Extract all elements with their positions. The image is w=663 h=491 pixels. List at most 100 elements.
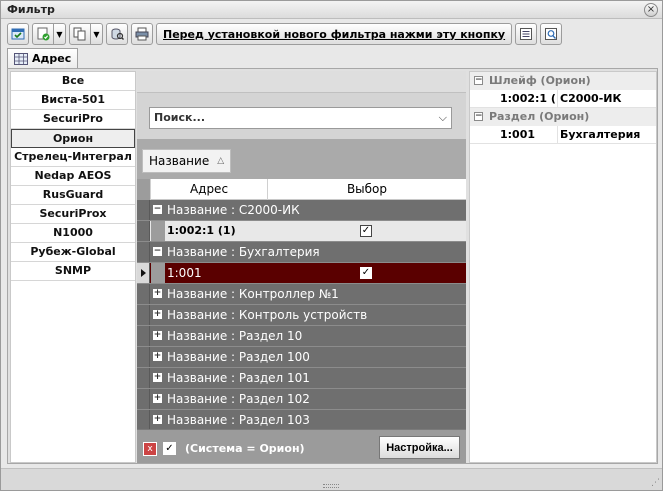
filter-window: Фильтр × ▼ ▼ Перед установкой нового фил… bbox=[0, 0, 663, 491]
summary-group: − Шлейф (Орион) bbox=[470, 72, 656, 90]
group-label: Название : Контроллер №1 bbox=[167, 287, 339, 301]
summary-value: Бухгалтерия bbox=[560, 128, 641, 141]
group-by-name-chip[interactable]: Название △ bbox=[142, 149, 232, 173]
column-header-address[interactable]: Адрес bbox=[150, 179, 268, 200]
group-row[interactable]: − Название : С2000-ИК bbox=[137, 200, 466, 221]
system-item[interactable]: Все bbox=[11, 72, 135, 91]
table-row[interactable]: 1:002:1 (1) ✓ bbox=[137, 221, 466, 242]
row-indicator bbox=[137, 284, 150, 304]
system-item[interactable]: SecuriPro bbox=[11, 110, 135, 129]
address-cell: 1:001 bbox=[167, 266, 202, 280]
systems-list: Все Виста-501 SecuriPro Орион Стрелец-Интегр… bbox=[10, 71, 136, 463]
system-item[interactable]: SNMP bbox=[11, 262, 135, 281]
system-item[interactable]: Орион bbox=[11, 129, 135, 148]
copy-dropdown[interactable]: ▼ bbox=[91, 23, 103, 45]
summary-value: С2000-ИК bbox=[560, 92, 622, 105]
filter-footer: x ✓ (Система = Орион) Настройка... bbox=[137, 429, 466, 463]
group-by-label: Название bbox=[149, 154, 210, 168]
group-row[interactable]: + Название : Раздел 10 bbox=[137, 326, 466, 347]
print-button[interactable] bbox=[131, 23, 153, 45]
resize-grip-icon[interactable]: ⋰ bbox=[651, 478, 660, 488]
copy-icon bbox=[73, 27, 86, 41]
summary-key: 1:002:1 (1 bbox=[500, 92, 558, 105]
search-database-button[interactable] bbox=[106, 23, 128, 45]
system-item[interactable]: Рубеж-Global bbox=[11, 243, 135, 262]
row-indicator bbox=[137, 221, 150, 241]
chevron-down-icon[interactable]: ⌵ bbox=[439, 111, 447, 125]
search-database-icon bbox=[111, 28, 124, 40]
group-row[interactable]: + Название : Контроль устройств bbox=[137, 305, 466, 326]
summary-row: 1:001 Бухгалтерия bbox=[470, 126, 656, 144]
expand-icon[interactable]: + bbox=[153, 373, 162, 382]
group-row[interactable]: + Название : Раздел 102 bbox=[137, 389, 466, 410]
column-header-select[interactable]: Выбор bbox=[268, 179, 466, 200]
summary-row: 1:002:1 (1 С2000-ИК bbox=[470, 90, 656, 108]
system-item[interactable]: N1000 bbox=[11, 224, 135, 243]
add-condition-button[interactable] bbox=[32, 23, 54, 45]
summary-group-title: Шлейф (Орион) bbox=[489, 74, 591, 87]
row-indicator bbox=[137, 368, 150, 388]
group-label: Название : Раздел 103 bbox=[167, 413, 310, 427]
system-item[interactable]: Виста-501 bbox=[11, 91, 135, 110]
select-checkbox[interactable]: ✓ bbox=[360, 267, 372, 279]
group-row[interactable]: + Название : Раздел 103 bbox=[137, 410, 466, 431]
system-item[interactable]: RusGuard bbox=[11, 186, 135, 205]
list-icon bbox=[520, 28, 533, 40]
group-row[interactable]: − Название : Бухгалтерия bbox=[137, 242, 466, 263]
splitter-grip[interactable] bbox=[323, 484, 339, 488]
select-checkbox[interactable]: ✓ bbox=[360, 225, 372, 237]
row-header-spacer bbox=[137, 179, 150, 200]
row-indicator bbox=[137, 242, 150, 262]
group-row[interactable]: + Название : Контроллер №1 bbox=[137, 284, 466, 305]
expand-icon[interactable]: + bbox=[153, 289, 162, 298]
table-row-selected[interactable]: 1:001 ✓ bbox=[137, 263, 466, 284]
group-row[interactable]: + Название : Раздел 101 bbox=[137, 368, 466, 389]
address-grid-panel: Поиск... ⌵ Название △ Адрес Выбор − Назва… bbox=[137, 71, 466, 463]
system-item[interactable]: SecuriProx bbox=[11, 205, 135, 224]
add-condition-split: ▼ bbox=[32, 23, 66, 45]
apply-filter-button[interactable] bbox=[7, 23, 29, 45]
sort-ascending-icon: △ bbox=[217, 156, 225, 166]
expand-icon[interactable]: + bbox=[153, 415, 162, 424]
row-indent bbox=[151, 221, 165, 241]
collapse-icon[interactable]: − bbox=[153, 205, 162, 214]
expand-icon[interactable]: + bbox=[153, 394, 162, 403]
expand-icon[interactable]: + bbox=[153, 352, 162, 361]
expand-icon[interactable]: + bbox=[153, 331, 162, 340]
row-indicator bbox=[137, 200, 150, 220]
row-indicator bbox=[137, 347, 150, 367]
search-input[interactable]: Поиск... ⌵ bbox=[149, 107, 452, 129]
settings-button[interactable]: Настройка... bbox=[379, 436, 460, 459]
add-condition-dropdown[interactable]: ▼ bbox=[54, 23, 66, 45]
grid-icon bbox=[14, 52, 28, 65]
group-label: Название : Бухгалтерия bbox=[167, 245, 320, 259]
toolbar: ▼ ▼ Перед установкой нового фильтра нажм… bbox=[7, 22, 563, 46]
copy-button[interactable] bbox=[69, 23, 91, 45]
group-row[interactable]: + Название : Раздел 100 bbox=[137, 347, 466, 368]
collapse-icon[interactable]: − bbox=[474, 76, 483, 85]
tab-address[interactable]: Адрес bbox=[7, 48, 79, 68]
copy-split: ▼ bbox=[69, 23, 103, 45]
expand-icon[interactable]: + bbox=[153, 310, 162, 319]
window-check-icon bbox=[11, 28, 25, 40]
group-label: Название : Контроль устройств bbox=[167, 308, 368, 322]
row-indicator bbox=[137, 326, 150, 346]
close-button[interactable]: × bbox=[644, 3, 658, 17]
grid-header: Адрес Выбор bbox=[137, 179, 466, 200]
collapse-icon[interactable]: − bbox=[474, 112, 483, 121]
collapse-icon[interactable]: − bbox=[153, 247, 162, 256]
group-label: Название : Раздел 101 bbox=[167, 371, 310, 385]
clear-filter-button[interactable]: x bbox=[143, 442, 157, 456]
system-item[interactable]: Стрелец-Интеграл bbox=[11, 148, 135, 167]
preview-button[interactable] bbox=[540, 23, 563, 45]
summary-divider bbox=[557, 90, 558, 107]
system-item[interactable]: Nedap AEOS bbox=[11, 167, 135, 186]
row-indent bbox=[151, 263, 165, 283]
address-cell: 1:002:1 (1) bbox=[167, 224, 236, 237]
install-filter-button[interactable]: Перед установкой нового фильтра нажми эт… bbox=[156, 23, 513, 45]
list-view-button[interactable] bbox=[515, 23, 538, 45]
grid-rows: − Название : С2000-ИК 1:002:1 (1) ✓ − Названи… bbox=[137, 200, 466, 431]
filter-panel: Все Виста-501 SecuriPro Орион Стрелец-Интегр… bbox=[7, 68, 658, 464]
filter-enabled-checkbox[interactable]: ✓ bbox=[163, 442, 176, 455]
row-indicator bbox=[137, 410, 150, 430]
